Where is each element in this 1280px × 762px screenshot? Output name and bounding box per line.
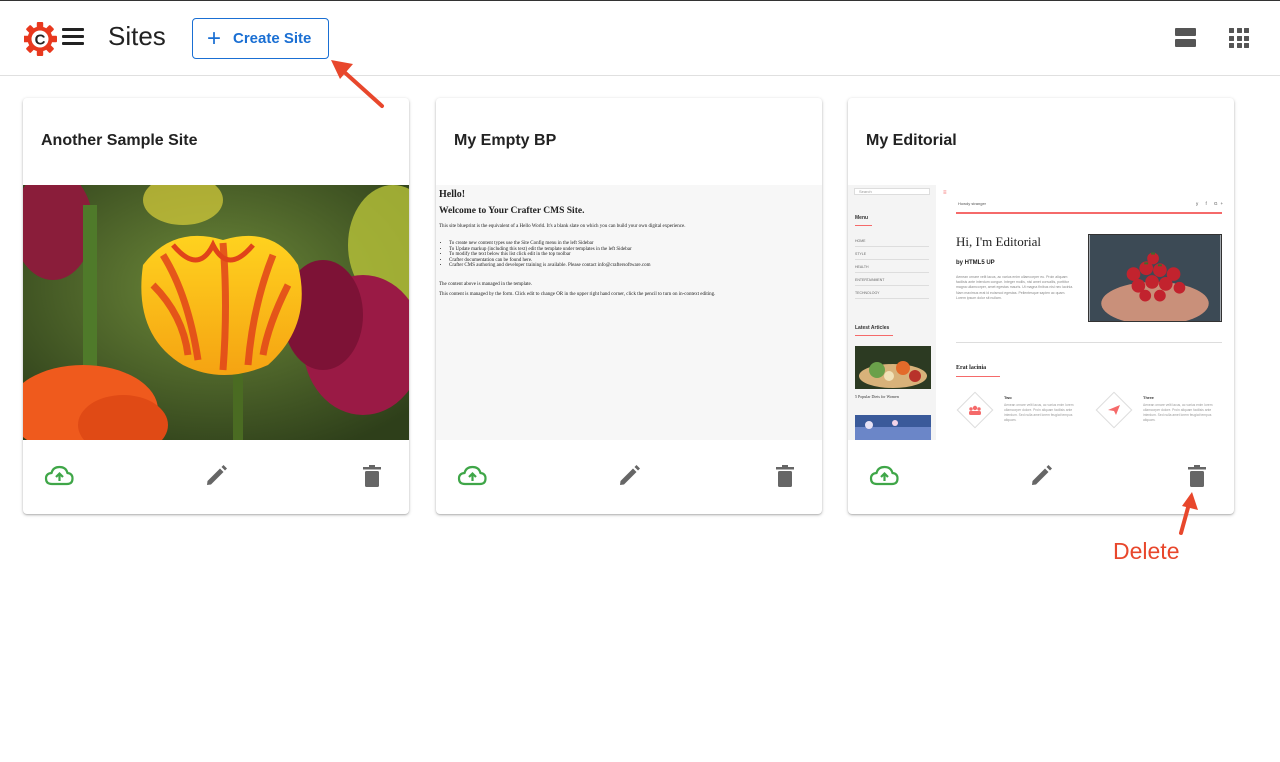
tulip-photo	[23, 185, 409, 440]
delete-annotation-label: Delete	[1113, 538, 1180, 564]
preview-latest-heading: Latest Articles	[855, 325, 890, 331]
site-card-title[interactable]: My Empty BP	[454, 132, 556, 150]
preview-menu-item: HOME	[855, 239, 929, 247]
food-thumbnail	[855, 346, 931, 389]
grid-view-icon[interactable]	[1229, 28, 1249, 48]
preview-section-title: Erat lacinia	[956, 365, 987, 371]
preview-subheading: Welcome to Your Crafter CMS Site.	[439, 206, 585, 216]
pencil-icon[interactable]	[1025, 460, 1057, 492]
cloud-upload-icon[interactable]	[43, 460, 75, 492]
trash-icon[interactable]	[1181, 460, 1213, 492]
preview-brand: Howdy stranger	[958, 201, 987, 206]
preview-search: Search	[854, 188, 930, 195]
cloud-upload-icon[interactable]	[868, 460, 900, 492]
site-card-actions	[23, 440, 409, 514]
site-card: My Empty BP Hello! Welcome to Your Craft…	[436, 98, 822, 514]
site-card: My Editorial Search Menu HOME STYLE HEAL…	[848, 98, 1234, 514]
preview-paragraph: This content is managed by the form. Cli…	[439, 292, 716, 297]
preview-hero-title: Hi, I'm Editorial	[956, 234, 1042, 249]
trash-icon[interactable]	[356, 460, 388, 492]
preview-list-item: Crafter documentation can be found here.	[449, 258, 819, 263]
preview-intro: This site blueprint is the equivalent of…	[439, 224, 686, 229]
crowd-thumbnail	[855, 415, 931, 440]
preview-feature: Three Aenean ornare velit lacus, ac vari…	[1095, 391, 1215, 431]
preview-list-item: Crafter CMS authoring and developer trai…	[449, 263, 819, 268]
preview-menu-item: TECHNOLOGY	[855, 291, 929, 299]
svg-text:C: C	[35, 32, 46, 49]
pencil-icon[interactable]	[200, 460, 232, 492]
preview-list: To create new content types use the Site…	[449, 241, 819, 268]
app-header: C Sites + Create Site	[0, 0, 1280, 76]
site-preview-image[interactable]	[23, 185, 409, 440]
users-icon	[969, 405, 981, 415]
preview-sidebar: Search Menu HOME STYLE HEALTH ENTERTAINM…	[848, 185, 936, 440]
site-card-title[interactable]: My Editorial	[866, 132, 957, 150]
hamburger-menu-icon[interactable]	[62, 28, 84, 48]
preview-menu-heading: Menu	[855, 215, 869, 221]
preview-feature-title: Three	[1143, 395, 1154, 400]
site-card: Another Sample Site	[23, 98, 409, 514]
preview-menu-item: ENTERTAINMENT	[855, 278, 929, 286]
preview-list-item: To modify the text below this list click…	[449, 252, 819, 257]
preview-feature-body: Aenean ornare velit lacus, ac varius eni…	[1004, 403, 1074, 422]
preview-menu-item: STYLE	[855, 252, 929, 260]
trash-icon[interactable]	[769, 460, 801, 492]
preview-hero-subtitle: by HTML5 UP	[956, 260, 995, 266]
crafter-logo[interactable]: C	[23, 19, 58, 57]
create-site-button[interactable]: + Create Site	[192, 18, 329, 59]
strawberries-image	[1088, 234, 1222, 322]
plus-icon: +	[207, 24, 222, 52]
preview-list-item: To Update markup (including this text) e…	[449, 247, 819, 252]
preview-menu-item: HEALTH	[855, 265, 929, 273]
preview-hero-body: Aenean ornare velit lacus, ac varius eni…	[956, 275, 1074, 300]
site-preview-image[interactable]: Hello! Welcome to Your Crafter CMS Site.…	[436, 185, 822, 440]
site-card-title[interactable]: Another Sample Site	[41, 132, 197, 150]
preview-feature-title: Two	[1004, 395, 1012, 400]
paper-plane-icon	[1108, 405, 1120, 415]
preview-heading: Hello!	[439, 189, 466, 200]
preview-feature: Two Aenean ornare velit lacus, ac varius…	[956, 391, 1076, 431]
site-preview-image[interactable]: Search Menu HOME STYLE HEALTH ENTERTAINM…	[848, 185, 1234, 440]
page-title: Sites	[108, 21, 166, 51]
preview-article-caption: 5 Popular Diets for Women	[855, 394, 899, 399]
preview-feature-body: Aenean ornare velit lacus, ac varius eni…	[1143, 403, 1213, 422]
site-card-actions	[436, 440, 822, 514]
gear-logo-icon: C	[23, 22, 57, 56]
pencil-icon[interactable]	[613, 460, 645, 492]
site-card-actions	[848, 440, 1234, 514]
preview-list-item: To create new content types use the Site…	[449, 241, 819, 246]
cloud-upload-icon[interactable]	[456, 460, 488, 492]
create-site-label: Create Site	[233, 30, 312, 47]
preview-paragraph: The content above is managed in the temp…	[439, 282, 533, 287]
list-view-icon[interactable]	[1175, 28, 1196, 47]
preview-menu-icon: ≡	[943, 190, 947, 196]
preview-social-icons: y f G+	[1196, 201, 1227, 206]
